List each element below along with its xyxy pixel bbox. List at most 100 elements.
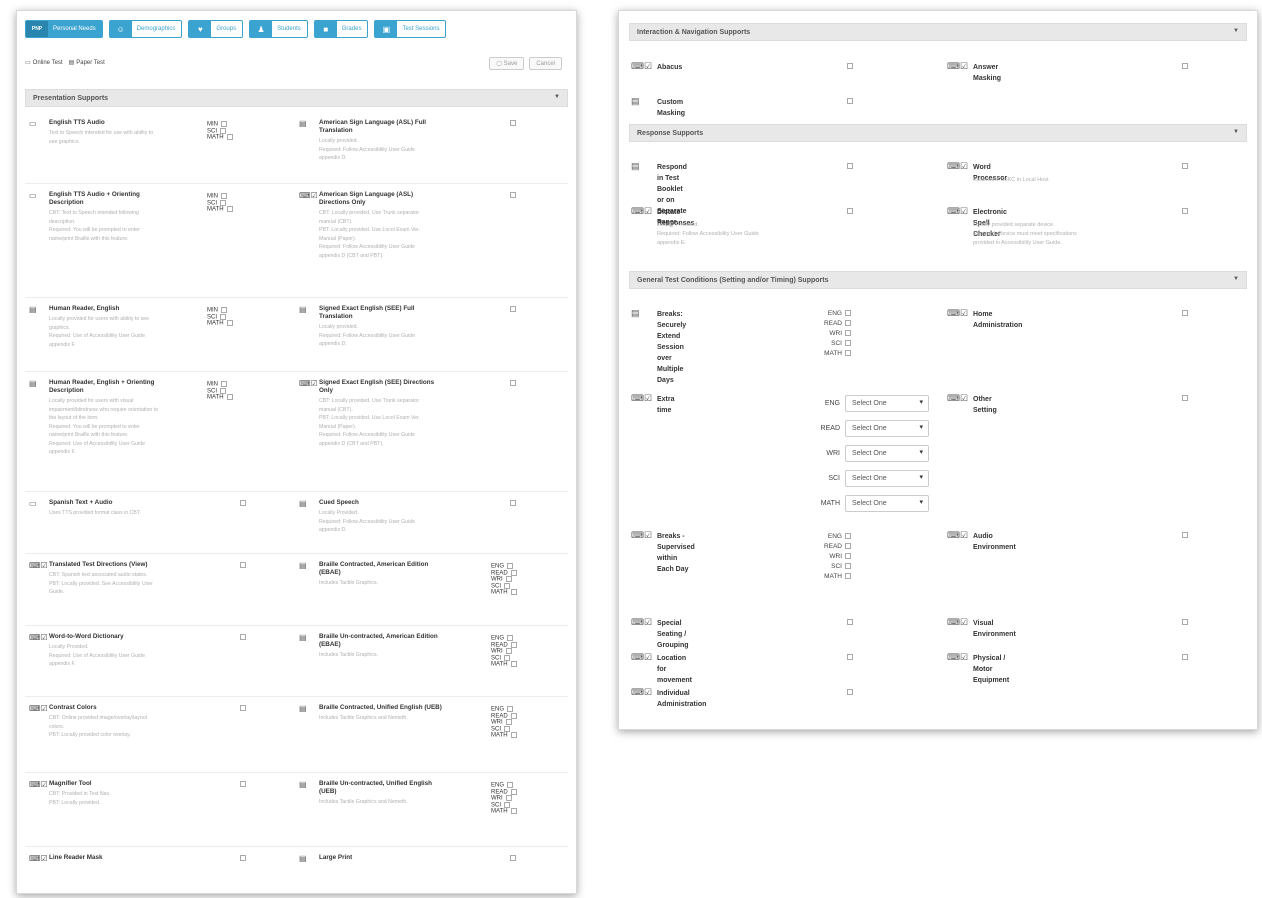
subject-checkbox[interactable] [845,330,851,337]
subject-row[interactable]: ENG [491,706,533,713]
support-checkbox[interactable] [510,500,516,506]
subject-checkbox[interactable] [845,573,851,580]
subject-row[interactable]: MIN [207,381,249,388]
subject-row[interactable]: MIN [207,307,249,314]
individual-admin-checkbox[interactable] [847,689,853,695]
support-checkbox[interactable] [240,562,246,568]
subject-checkbox[interactable] [507,635,514,641]
subject-row[interactable]: MATH [491,732,533,739]
subject-row[interactable]: ENG [491,563,533,570]
extra-time-select[interactable]: Select One ▾ [845,470,929,487]
audio-env-checkbox[interactable] [1182,532,1188,538]
subject-checkbox[interactable] [221,193,227,199]
subject-row[interactable]: MATH [207,394,249,401]
subject-row[interactable]: WRI [491,719,533,726]
subject-checkbox[interactable] [845,553,851,560]
subject-row[interactable]: MATH [491,661,533,668]
subject-row[interactable]: MIN [207,121,249,128]
extra-time-select[interactable]: Select One ▾ [845,395,929,412]
subject-row[interactable]: SCI [491,725,533,732]
tab-students[interactable]: ♟ Students [249,20,308,38]
subject-checkbox[interactable] [510,808,517,815]
support-checkbox[interactable] [510,120,516,126]
subject-checkbox[interactable] [505,795,512,802]
subject-checkbox[interactable] [845,320,851,327]
spell-checker-checkbox[interactable] [1182,208,1188,214]
subject-row[interactable]: ENG [809,309,851,319]
subject-row[interactable]: SCI [207,387,249,394]
subject-row[interactable]: READ [809,542,851,552]
subject-checkbox[interactable] [845,533,851,540]
subject-row[interactable]: SCI [207,313,249,320]
subject-checkbox[interactable] [505,648,512,655]
subject-checkbox[interactable] [845,310,851,317]
home-admin-checkbox[interactable] [1182,310,1188,316]
subject-checkbox[interactable] [504,582,511,589]
subject-checkbox[interactable] [510,641,517,648]
visual-env-checkbox[interactable] [1182,619,1188,625]
general-test-conditions-header[interactable]: General Test Conditions (Setting and/or … [629,271,1247,289]
tab-demographics[interactable]: ☺ Demographics [108,20,183,38]
subject-checkbox[interactable] [226,134,233,141]
subject-checkbox[interactable] [510,661,517,668]
subject-checkbox[interactable] [510,788,517,795]
dictate-checkbox[interactable] [847,208,853,214]
save-button[interactable]: ▢ Save [489,57,525,70]
answer-masking-checkbox[interactable] [1182,63,1188,69]
support-checkbox[interactable] [240,781,246,787]
special-seating-checkbox[interactable] [847,619,853,625]
response-supports-header[interactable]: Response Supports ▼ [629,124,1247,142]
subject-row[interactable]: WRI [491,795,533,802]
support-checkbox[interactable] [510,380,516,386]
subject-checkbox[interactable] [505,576,512,583]
subject-checkbox[interactable] [220,127,227,134]
subject-checkbox[interactable] [220,199,227,206]
subject-row[interactable]: WRI [491,648,533,655]
subject-checkbox[interactable] [221,121,227,127]
subject-checkbox[interactable] [845,563,851,570]
subject-row[interactable]: SCI [809,339,851,349]
extra-time-select[interactable]: Select One ▾ [845,445,929,462]
subject-row[interactable]: MIN [207,193,249,200]
subject-checkbox[interactable] [510,712,517,719]
subject-row[interactable]: WRI [809,329,851,339]
support-checkbox[interactable] [510,192,516,198]
subject-row[interactable]: MATH [491,808,533,815]
subject-row[interactable]: SCI [207,199,249,206]
other-setting-checkbox[interactable] [1182,395,1188,401]
presentation-supports-header[interactable]: Presentation Supports ▼ [25,89,568,107]
subject-checkbox[interactable] [845,340,851,347]
support-checkbox[interactable] [240,855,246,861]
subject-checkbox[interactable] [507,563,514,569]
subject-checkbox[interactable] [226,320,233,327]
tab-test-sessions[interactable]: ▣ Test Sessions [374,20,447,38]
subject-checkbox[interactable] [510,732,517,739]
subject-checkbox[interactable] [510,569,517,576]
subject-checkbox[interactable] [504,725,511,732]
subject-row[interactable]: SCI [491,654,533,661]
subject-checkbox[interactable] [504,654,511,661]
support-checkbox[interactable] [240,634,246,640]
subject-row[interactable]: ENG [491,635,533,642]
subject-checkbox[interactable] [505,719,512,726]
subject-checkbox[interactable] [220,313,227,320]
tab-groups[interactable]: ♥ Groups [188,20,244,38]
subject-checkbox[interactable] [221,307,227,313]
subject-row[interactable]: SCI [207,127,249,134]
subject-row[interactable]: READ [491,712,533,719]
subject-checkbox[interactable] [507,706,514,712]
subject-row[interactable]: MATH [491,589,533,596]
support-checkbox[interactable] [240,705,246,711]
subject-checkbox[interactable] [220,387,227,394]
subject-checkbox[interactable] [504,801,511,808]
subject-row[interactable]: MATH [207,134,249,141]
location-movement-checkbox[interactable] [847,654,853,660]
cancel-button[interactable]: Cancel [529,57,562,70]
extra-time-select[interactable]: Select One ▾ [845,420,929,437]
support-checkbox[interactable] [510,306,516,312]
support-checkbox[interactable] [510,855,516,861]
subject-row[interactable]: MATH [207,206,249,213]
subject-checkbox[interactable] [226,206,233,213]
subject-row[interactable]: SCI [809,562,851,572]
subject-checkbox[interactable] [845,543,851,550]
